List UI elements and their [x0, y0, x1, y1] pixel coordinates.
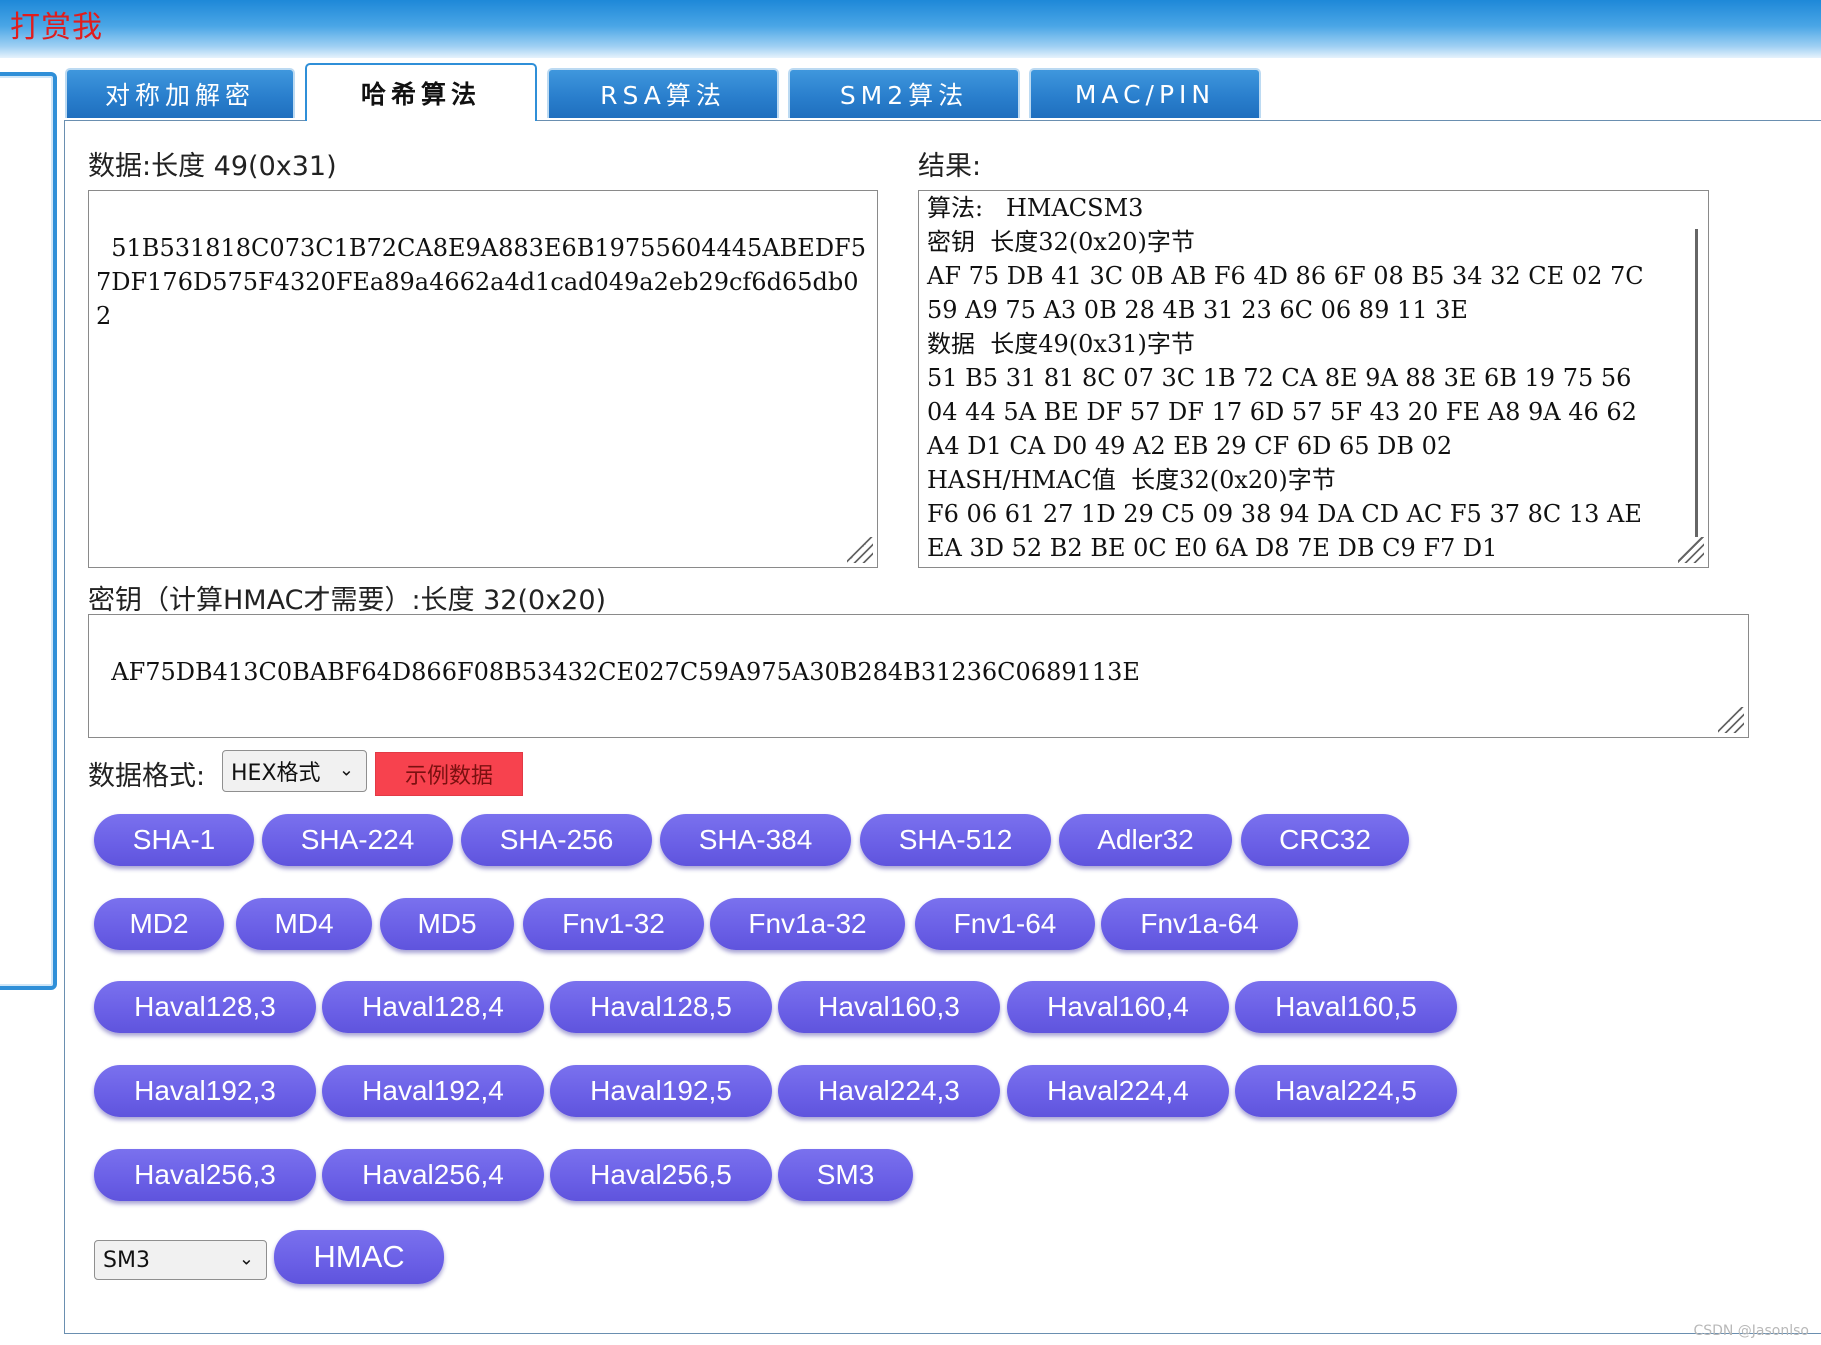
tab-rsa[interactable]: RSA算法 [547, 68, 779, 118]
hash-button-haval128-3[interactable]: Haval128,3 [94, 981, 316, 1033]
hash-button-adler32[interactable]: Adler32 [1059, 814, 1232, 866]
hash-button-crc32[interactable]: CRC32 [1241, 814, 1409, 866]
hash-button-haval128-5[interactable]: Haval128,5 [550, 981, 772, 1033]
hmac-select-value: SM3 [103, 1247, 150, 1273]
hash-button-haval192-5[interactable]: Haval192,5 [550, 1065, 772, 1117]
hash-button-haval160-5[interactable]: Haval160,5 [1235, 981, 1457, 1033]
hash-button-sha-256[interactable]: SHA-256 [461, 814, 652, 866]
hash-button-md5[interactable]: MD5 [380, 898, 514, 950]
resize-grip-icon[interactable] [1678, 537, 1704, 563]
tab-symmetric[interactable]: 对称加解密 [65, 68, 295, 118]
result-line: 51 B5 31 81 8C 07 3C 1B 72 CA 8E 9A 88 3… [927, 364, 1632, 392]
format-select[interactable]: HEX格式 ⌄ [222, 750, 367, 792]
resize-grip-icon[interactable] [847, 537, 873, 563]
hash-button-fnv1-64[interactable]: Fnv1-64 [915, 898, 1095, 950]
result-line: 数据 长度49(0x31)字节 [927, 330, 1195, 358]
key-label: 密钥（计算HMAC才需要）:长度 32(0x20) [88, 585, 607, 616]
tab-hash[interactable]: 哈希算法 [305, 63, 537, 121]
scrollbar[interactable] [1695, 229, 1698, 537]
hash-button-sha-384[interactable]: SHA-384 [660, 814, 851, 866]
example-data-button[interactable]: 示例数据 [375, 752, 523, 796]
data-textarea[interactable]: 51B531818C073C1B72CA8E9A883E6B1975560444… [88, 190, 878, 568]
hmac-algorithm-select[interactable]: SM3 ⌄ [94, 1240, 267, 1280]
hash-button-md4[interactable]: MD4 [236, 898, 372, 950]
chevron-down-icon: ⌄ [238, 1248, 254, 1270]
result-lines: 算法: HMACSM3 密钥 长度32(0x20)字节 AF 75 DB 41 3C… [919, 191, 1708, 567]
hash-button-haval224-5[interactable]: Haval224,5 [1235, 1065, 1457, 1117]
result-line: 04 44 5A BE DF 57 DF 17 6D 57 5F 43 20 F… [927, 398, 1637, 426]
hash-button-haval192-4[interactable]: Haval192,4 [322, 1065, 544, 1117]
result-line: 59 A9 75 A3 0B 28 4B 31 23 6C 06 89 11 3… [927, 296, 1468, 324]
hash-button-haval256-5[interactable]: Haval256,5 [550, 1149, 772, 1201]
hash-button-haval224-4[interactable]: Haval224,4 [1007, 1065, 1229, 1117]
top-banner: 打赏我 [0, 0, 1821, 58]
format-label: 数据格式: [88, 761, 206, 792]
hash-button-fnv1a-32[interactable]: Fnv1a-32 [710, 898, 905, 950]
data-text: 51B531818C073C1B72CA8E9A883E6B1975560444… [96, 234, 866, 330]
result-line: EA 3D 52 B2 BE 0C E0 6A D8 7E DB C9 F7 D… [927, 534, 1498, 562]
hash-button-sm3[interactable]: SM3 [778, 1149, 913, 1201]
resize-grip-icon[interactable] [1718, 707, 1744, 733]
key-textarea[interactable]: AF75DB413C0BABF64D866F08B53432CE027C59A9… [88, 614, 1749, 738]
hash-button-fnv1a-64[interactable]: Fnv1a-64 [1101, 898, 1298, 950]
result-line: F6 06 61 27 1D 29 C5 09 38 94 DA CD AC F… [927, 500, 1642, 528]
result-line: 密钥 长度32(0x20)字节 [927, 228, 1195, 256]
hash-button-haval256-4[interactable]: Haval256,4 [322, 1149, 544, 1201]
key-text: AF75DB413C0BABF64D866F08B53432CE027C59A9… [111, 658, 1140, 686]
result-textarea[interactable]: 算法: HMACSM3 密钥 长度32(0x20)字节 AF 75 DB 41 3C… [918, 190, 1709, 568]
chevron-down-icon: ⌄ [338, 759, 354, 781]
hash-button-haval128-4[interactable]: Haval128,4 [322, 981, 544, 1033]
hash-button-haval160-3[interactable]: Haval160,3 [778, 981, 1000, 1033]
format-select-value: HEX格式 [231, 761, 321, 786]
hash-button-haval160-4[interactable]: Haval160,4 [1007, 981, 1229, 1033]
result-line: 算法: HMACSM3 [927, 194, 1144, 222]
result-label: 结果: [918, 151, 982, 182]
hash-button-haval256-3[interactable]: Haval256,3 [94, 1149, 316, 1201]
hash-button-md2[interactable]: MD2 [94, 898, 224, 950]
tab-mac-pin[interactable]: MAC/PIN [1029, 68, 1261, 118]
hmac-button[interactable]: HMAC [274, 1230, 444, 1284]
data-label: 数据:长度 49(0x31) [88, 151, 337, 182]
tab-sm2[interactable]: SM2算法 [788, 68, 1020, 118]
hash-button-sha-224[interactable]: SHA-224 [262, 814, 453, 866]
left-panel [0, 72, 57, 990]
result-line: A4 D1 CA D0 49 A2 EB 29 CF 6D 65 DB 02 [927, 432, 1453, 460]
watermark: CSDN @Jasonlso [1693, 1323, 1809, 1339]
hash-button-sha-512[interactable]: SHA-512 [860, 814, 1051, 866]
hash-button-fnv1-32[interactable]: Fnv1-32 [523, 898, 704, 950]
hash-button-sha-1[interactable]: SHA-1 [94, 814, 254, 866]
reward-link[interactable]: 打赏我 [10, 2, 103, 46]
hash-button-haval224-3[interactable]: Haval224,3 [778, 1065, 1000, 1117]
result-line: HASH/HMAC值 长度32(0x20)字节 [927, 466, 1336, 494]
result-line: AF 75 DB 41 3C 0B AB F6 4D 86 6F 08 B5 3… [927, 262, 1644, 290]
hash-button-haval192-3[interactable]: Haval192,3 [94, 1065, 316, 1117]
